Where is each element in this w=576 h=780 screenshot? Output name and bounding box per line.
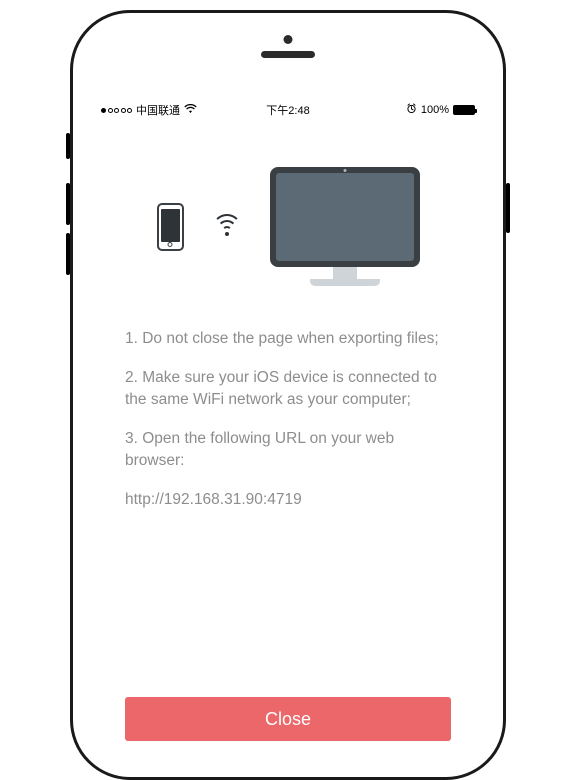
- device-camera-dot: [284, 35, 293, 44]
- page-content: 1. Do not close the page when exporting …: [95, 119, 481, 755]
- instruction-step-1: 1. Do not close the page when exporting …: [125, 328, 451, 349]
- instruction-step-2: 2. Make sure your iOS device is connecte…: [125, 367, 451, 410]
- instructions: 1. Do not close the page when exporting …: [125, 328, 451, 528]
- signal-strength-icon: [101, 108, 132, 113]
- transfer-url: http://192.168.31.90:4719: [125, 489, 451, 510]
- status-bar: 中国联通 下午2:48: [95, 101, 481, 119]
- close-button[interactable]: Close: [125, 697, 451, 741]
- phone-icon: [157, 203, 184, 251]
- alarm-icon: [406, 103, 417, 117]
- status-time: 下午2:48: [266, 102, 309, 118]
- transfer-illustration: [125, 119, 451, 328]
- carrier-label: 中国联通: [136, 102, 180, 118]
- device-side-button: [66, 133, 70, 159]
- device-side-button: [66, 183, 70, 225]
- battery-percentage: 100%: [421, 104, 449, 116]
- status-left: 中国联通: [101, 102, 266, 118]
- device-side-button: [66, 233, 70, 275]
- wifi-status-icon: [184, 104, 197, 117]
- device-side-button: [506, 183, 510, 233]
- wifi-icon: [212, 214, 242, 240]
- status-right: 100%: [310, 103, 475, 117]
- phone-screen: 中国联通 下午2:48: [95, 101, 481, 755]
- monitor-icon: [270, 167, 420, 286]
- battery-icon: [453, 105, 475, 115]
- phone-device-frame: 中国联通 下午2:48: [70, 10, 506, 780]
- instruction-step-3: 3. Open the following URL on your web br…: [125, 428, 451, 471]
